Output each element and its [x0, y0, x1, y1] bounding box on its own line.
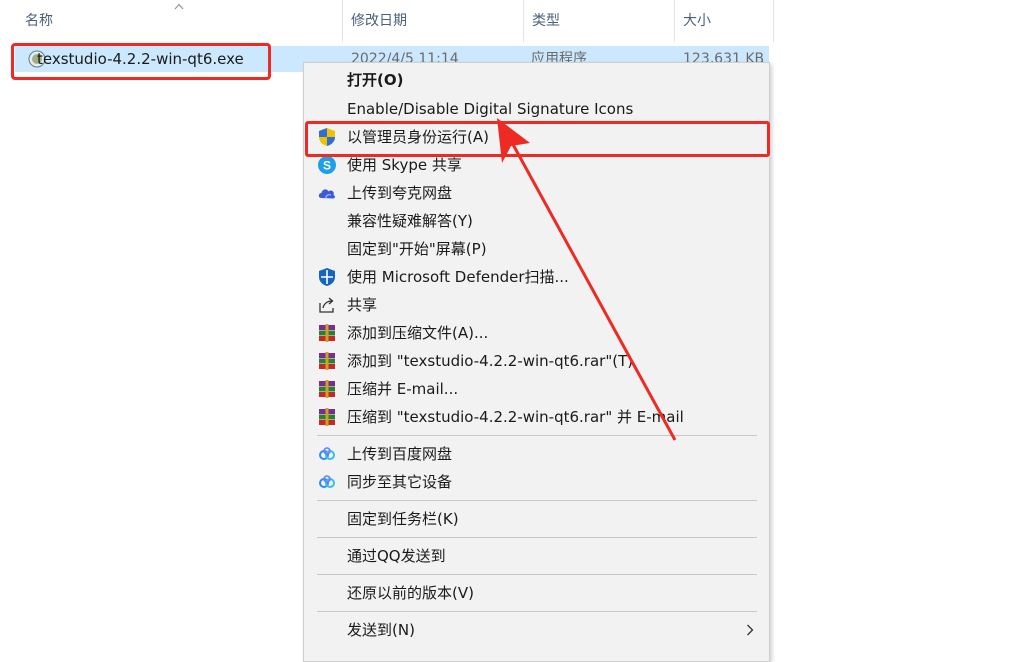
menu-item-label: 通过QQ发送到	[347, 547, 446, 565]
menu-item-label: 添加到压缩文件(A)...	[347, 324, 489, 342]
run-as-admin-highlight-box	[305, 121, 770, 157]
menu-item-defender-scan[interactable]: 使用 Microsoft Defender扫描...	[304, 263, 769, 291]
menu-item-label: 兼容性疑难解答(Y)	[347, 212, 473, 230]
share-icon	[319, 297, 334, 313]
baidu-netdisk-icon	[319, 475, 335, 488]
menu-item-compatibility[interactable]: 兼容性疑难解答(Y)	[304, 207, 769, 235]
menu-item-restore-previous[interactable]: 还原以前的版本(V)	[304, 579, 769, 607]
menu-item-upload-quark[interactable]: 上传到夸克网盘	[304, 179, 769, 207]
menu-item-label: 共享	[347, 296, 378, 314]
chevron-right-icon	[747, 624, 754, 636]
column-modified-header[interactable]: 修改日期	[343, 0, 523, 42]
sort-ascending-icon	[174, 3, 184, 10]
menu-item-digital-signature[interactable]: Enable/Disable Digital Signature Icons	[304, 95, 769, 123]
menu-item-sync-devices[interactable]: 同步至其它设备	[304, 468, 769, 496]
menu-item-label: 上传到百度网盘	[347, 445, 453, 463]
winrar-icon	[319, 380, 335, 398]
menu-item-add-rar[interactable]: 添加到 "texstudio-4.2.2-win-qt6.rar"(T)	[304, 347, 769, 375]
menu-item-label: Enable/Disable Digital Signature Icons	[347, 100, 634, 118]
column-type-label: 类型	[532, 13, 560, 29]
menu-separator	[317, 500, 757, 501]
menu-item-compress-rar-email[interactable]: 压缩到 "texstudio-4.2.2-win-qt6.rar" 并 E-ma…	[304, 403, 769, 431]
svg-text:S: S	[323, 159, 331, 173]
menu-item-label: 固定到"开始"屏幕(P)	[347, 240, 487, 258]
menu-item-label: 压缩并 E-mail...	[347, 380, 459, 398]
menu-item-pin-taskbar[interactable]: 固定到任务栏(K)	[304, 505, 769, 533]
skype-icon: S	[318, 156, 336, 174]
menu-item-label: 添加到 "texstudio-4.2.2-win-qt6.rar"(T)	[347, 352, 634, 370]
menu-item-open[interactable]: 打开(O)	[304, 66, 769, 94]
menu-separator	[317, 611, 757, 612]
quark-cloud-icon	[318, 189, 335, 199]
menu-separator	[317, 574, 757, 575]
menu-item-send-qq[interactable]: 通过QQ发送到	[304, 542, 769, 570]
menu-item-add-archive[interactable]: 添加到压缩文件(A)...	[304, 319, 769, 347]
winrar-icon	[319, 324, 335, 342]
column-divider[interactable]	[773, 0, 774, 42]
column-header: 名称 修改日期 类型 大小	[0, 0, 775, 42]
menu-item-label: 发送到(N)	[347, 621, 415, 639]
column-size-header[interactable]: 大小	[675, 0, 773, 42]
menu-item-upload-baidu[interactable]: 上传到百度网盘	[304, 440, 769, 468]
column-modified-label: 修改日期	[351, 13, 407, 29]
defender-shield-icon	[319, 268, 335, 286]
menu-separator	[317, 435, 757, 436]
menu-item-label: 打开(O)	[347, 71, 404, 89]
menu-separator	[317, 537, 757, 538]
baidu-netdisk-icon	[319, 447, 335, 460]
file-highlight-box	[11, 43, 271, 80]
menu-item-share[interactable]: 共享	[304, 291, 769, 319]
menu-item-label: 使用 Microsoft Defender扫描...	[347, 268, 569, 286]
column-type-header[interactable]: 类型	[524, 0, 674, 42]
menu-item-label: 上传到夸克网盘	[347, 184, 453, 202]
menu-item-label: 还原以前的版本(V)	[347, 584, 474, 602]
menu-item-send-to[interactable]: 发送到(N)	[304, 616, 769, 644]
winrar-icon	[319, 352, 335, 370]
menu-item-compress-email[interactable]: 压缩并 E-mail...	[304, 375, 769, 403]
column-name-label: 名称	[25, 13, 53, 29]
winrar-icon	[319, 408, 335, 426]
menu-item-label: 固定到任务栏(K)	[347, 510, 459, 528]
menu-item-pin-start[interactable]: 固定到"开始"屏幕(P)	[304, 235, 769, 263]
menu-item-label: 压缩到 "texstudio-4.2.2-win-qt6.rar" 并 E-ma…	[347, 408, 684, 426]
column-size-label: 大小	[683, 13, 711, 29]
menu-item-label: 同步至其它设备	[347, 473, 453, 491]
